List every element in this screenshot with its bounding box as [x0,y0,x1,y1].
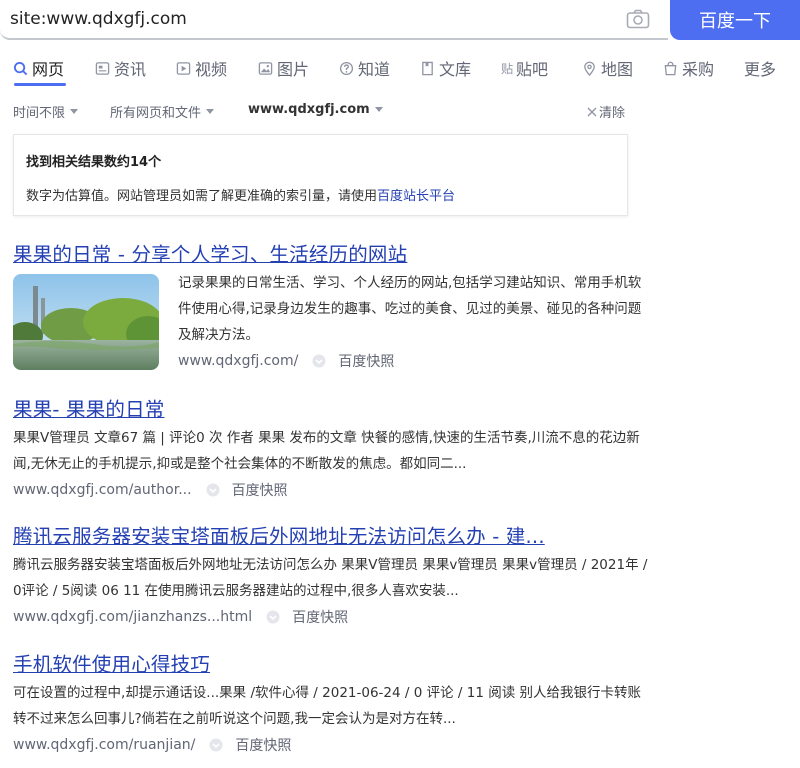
video-icon [176,61,191,75]
result-source: www.qdxgfj.com/author... 百度快照 [13,480,653,500]
tab-news[interactable]: 资讯 [95,56,146,80]
active-tab-indicator [14,83,66,86]
result-url[interactable]: www.qdxgfj.com/jianzhanzs...html [13,609,252,625]
time-filter-dropdown[interactable]: 时间不限 [13,102,79,121]
tab-label: 采购 [682,60,715,79]
tab-map[interactable]: 地图 [582,56,633,80]
close-icon [587,107,597,116]
result-abstract: 腾讯云服务器安装宝塔面板后外网地址无法访问怎么办 果果V管理员 果果v管理员 果… [13,557,648,599]
shield-icon [312,354,326,368]
result-abstract: 果果V管理员 文章67 篇 | 评论0 次 作者 果果 发布的文章 快餐的感情,… [13,430,640,472]
shield-icon [209,738,223,752]
time-filter-label: 时间不限 [13,106,66,121]
tab-label: 文库 [439,60,472,79]
result-title-link[interactable]: 果果- 果果的日常 [13,393,653,422]
tab-zhidao[interactable]: 知道 [339,56,390,80]
tieba-icon: 贴 [501,62,513,76]
cache-snapshot-link[interactable]: 百度快照 [338,351,394,371]
tab-label: 资讯 [114,60,147,79]
camera-icon[interactable] [626,9,650,29]
site-filter-label: www.qdxgfj.com [248,102,370,117]
search-tabs: 网页 资讯 视频 图片 知道 文库 贴 贴吧 地图 采购 更多 [0,52,800,86]
search-button[interactable]: 百度一下 [670,0,800,40]
tab-purchase[interactable]: 采购 [663,56,714,80]
clear-filter-label: 清除 [599,106,626,121]
image-icon [258,61,273,75]
svg-text:贴: 贴 [501,62,513,76]
tab-web[interactable]: 网页 [13,56,64,80]
question-icon [339,61,354,75]
search-icon [13,61,28,75]
shield-icon [266,610,280,624]
result-url[interactable]: www.qdxgfj.com/author... [13,482,192,498]
tab-wenku[interactable]: 文库 [420,56,471,80]
tab-tieba[interactable]: 贴 贴吧 [501,56,548,80]
news-icon [95,61,110,75]
result-url[interactable]: www.qdxgfj.com/ruanjian/ [13,737,195,753]
tab-label: 地图 [601,60,634,79]
clear-filter-button[interactable]: 清除 [587,102,625,121]
tab-label: 贴吧 [516,60,549,79]
result-source: www.qdxgfj.com/ 百度快照 [178,351,394,371]
tab-label: 视频 [195,60,228,79]
search-result: 腾讯云服务器安装宝塔面板后外网地址无法访问怎么办 - 建... 腾讯云服务器安装… [13,520,653,627]
cache-snapshot-link[interactable]: 百度快照 [292,607,348,627]
result-url[interactable]: www.qdxgfj.com/ [178,353,298,369]
tab-label: 知道 [358,60,391,79]
shield-icon [206,483,220,497]
search-box [0,0,668,40]
caret-down-icon [206,109,215,114]
result-count: 找到相关结果数约14个 [26,155,162,170]
result-source: www.qdxgfj.com/ruanjian/ 百度快照 [13,735,653,755]
site-filter-dropdown[interactable]: www.qdxgfj.com [248,102,383,117]
tab-video[interactable]: 视频 [176,56,227,80]
result-abstract: 记录果果的日常生活、学习、个人经历的网站,包括学习建站知识、常用手机软件使用心得… [178,275,642,343]
search-result: 手机软件使用心得技巧 可在设置的过程中,却提示通话设...果果 /软件心得 / … [13,648,653,755]
result-title-link[interactable]: 腾讯云服务器安装宝塔面板后外网地址无法访问怎么办 - 建... [13,520,653,549]
caret-down-icon [70,109,79,114]
tab-label: 网页 [32,60,65,79]
landscape-thumbnail-image [13,274,159,370]
caret-down-icon [374,107,383,112]
tab-more[interactable]: 更多 [744,56,776,80]
cache-snapshot-link[interactable]: 百度快照 [235,735,291,755]
filetype-filter-dropdown[interactable]: 所有网页和文件 [110,102,215,121]
map-pin-icon [584,61,595,76]
result-thumbnail[interactable] [13,274,159,370]
tab-label: 图片 [277,60,310,79]
search-result: 果果- 果果的日常 果果V管理员 文章67 篇 | 评论0 次 作者 果果 发布… [13,393,653,500]
filter-bar: 时间不限 所有网页和文件 www.qdxgfj.com 清除 [0,98,800,124]
tab-images[interactable]: 图片 [258,56,309,80]
shopping-bag-icon [664,61,677,75]
search-result: 果果的日常 - 分享个人学习、生活经历的网站 记录果果的日常生活、学习、个人经历… [13,238,653,373]
index-note: 数字为估算值。网站管理员如需了解更准确的索引量，请使用百度站长平台 [26,185,455,204]
cache-snapshot-link[interactable]: 百度快照 [232,480,288,500]
result-title-link[interactable]: 手机软件使用心得技巧 [13,648,653,677]
result-title-link[interactable]: 果果的日常 - 分享个人学习、生活经历的网站 [13,238,653,267]
webmaster-platform-link[interactable]: 百度站长平台 [377,189,455,204]
document-icon [422,61,433,75]
result-abstract: 可在设置的过程中,却提示通话设...果果 /软件心得 / 2021-06-24 … [13,685,641,727]
filetype-filter-label: 所有网页和文件 [110,106,202,121]
result-source: www.qdxgfj.com/jianzhanzs...html 百度快照 [13,607,653,627]
index-note-text: 数字为估算值。网站管理员如需了解更准确的索引量，请使用 [26,189,378,204]
search-input[interactable] [10,6,610,32]
tab-label: 更多 [744,60,777,79]
result-count-box: 找到相关结果数约14个 数字为估算值。网站管理员如需了解更准确的索引量，请使用百… [13,134,628,216]
